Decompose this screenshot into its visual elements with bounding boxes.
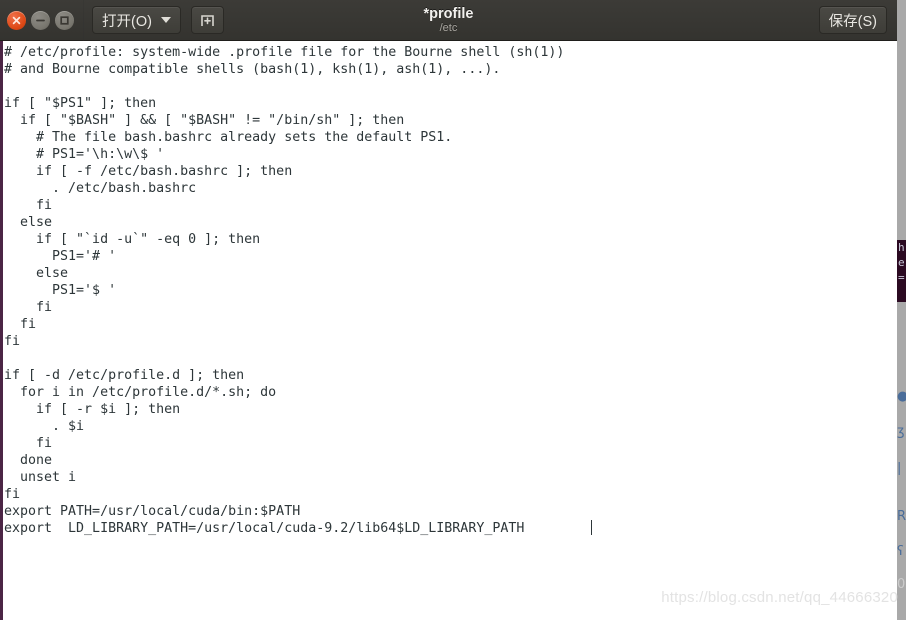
desktop-root: h e = ● ʒ | R ʕ 0 打开(O) *profile /etc 保存…: [0, 0, 906, 620]
chevron-down-icon: [160, 17, 171, 23]
background-terminal-line: =: [898, 271, 905, 284]
minimize-icon: [36, 19, 45, 21]
background-glyph: ●: [897, 390, 906, 403]
page-title: *profile: [423, 6, 474, 22]
titlebar-divider: [83, 0, 84, 41]
new-tab-icon: [201, 14, 214, 26]
save-button[interactable]: 保存(S): [818, 6, 887, 34]
background-terminal-line: e: [898, 256, 905, 269]
save-button-label: 保存(S): [828, 13, 877, 30]
source-code-text[interactable]: # /etc/profile: system-wide .profile fil…: [4, 44, 897, 537]
new-tab-button[interactable]: [190, 6, 224, 34]
open-file-label: 打开(O): [102, 13, 152, 30]
background-glyph: ʒ: [897, 425, 905, 438]
close-window-button[interactable]: [7, 10, 26, 30]
open-file-button[interactable]: 打开(O): [92, 6, 181, 34]
background-glyph: ʕ: [897, 545, 904, 558]
window-titlebar[interactable]: 打开(O) *profile /etc 保存(S): [0, 0, 897, 41]
background-glyph: 0: [897, 578, 906, 591]
watermark-text: https://blog.csdn.net/qq_44666320: [661, 589, 898, 606]
background-glyph: |: [897, 462, 902, 475]
maximize-window-button[interactable]: [55, 10, 74, 30]
minimize-window-button[interactable]: [31, 10, 50, 30]
close-icon: [12, 16, 21, 24]
window-controls: [0, 10, 83, 30]
titlebar-right-group: 保存(S): [818, 6, 897, 34]
desktop-background-strip: [897, 0, 906, 620]
gedit-window: 打开(O) *profile /etc 保存(S) # /etc/profile…: [0, 0, 897, 620]
maximize-icon: [60, 15, 69, 25]
background-terminal-line: h: [898, 241, 905, 254]
page-subtitle-path: /etc: [439, 22, 458, 34]
text-cursor: [591, 520, 592, 535]
background-glyph: R: [897, 510, 906, 523]
background-terminal-sliver[interactable]: h e =: [897, 240, 906, 302]
editor-area[interactable]: # /etc/profile: system-wide .profile fil…: [0, 41, 897, 620]
text-editor-view[interactable]: # /etc/profile: system-wide .profile fil…: [3, 41, 897, 620]
